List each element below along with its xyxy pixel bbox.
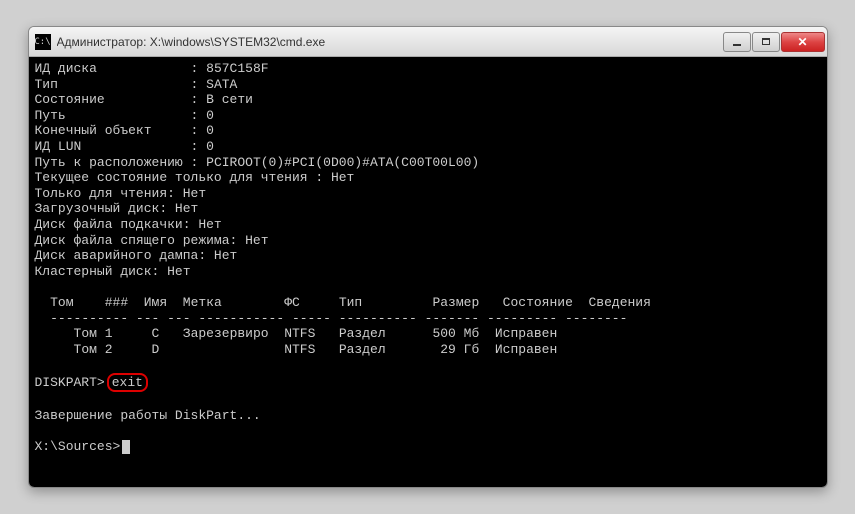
exit-command-highlight: exit [107, 373, 148, 393]
disk-type-label: Тип [35, 77, 58, 92]
disk-state-label: Состояние [35, 92, 105, 107]
col-label: Метка [183, 295, 222, 310]
table-separator: ---------- --- --- ----------- ----- ---… [50, 311, 627, 326]
disk-id-value: 857C158F [206, 61, 268, 76]
row2-state: Исправен [495, 342, 557, 357]
crashdump-disk: Диск аварийного дампа: Нет [35, 248, 238, 263]
close-button[interactable]: ✕ [781, 32, 825, 52]
disk-target-label: Конечный объект [35, 123, 152, 138]
maximize-button[interactable] [752, 32, 780, 52]
exit-command: exit [112, 375, 143, 390]
disk-location-value: PCIROOT(0)#PCI(0D00)#ATA(C00T00L00) [206, 155, 479, 170]
col-state: Состояние [503, 295, 573, 310]
disk-path-label: Путь [35, 108, 66, 123]
window-controls: ✕ [723, 32, 825, 52]
row1-tom: Том 1 [74, 326, 113, 341]
row2-name: D [152, 342, 160, 357]
col-fs: ФС [284, 295, 300, 310]
sources-prompt: X:\Sources> [35, 439, 121, 454]
diskpart-prompt: DISKPART> [35, 375, 105, 390]
minimize-button[interactable] [723, 32, 751, 52]
row1-name: C [152, 326, 160, 341]
disk-path-value: 0 [206, 108, 214, 123]
row1-fs: NTFS [284, 326, 315, 341]
row2-tom: Том 2 [74, 342, 113, 357]
terminal-output[interactable]: ИД диска : 857C158F Тип : SATA Состояние… [29, 57, 827, 487]
row1-state: Исправен [495, 326, 557, 341]
row2-fs: NTFS [284, 342, 315, 357]
cursor [122, 440, 130, 454]
col-name: Имя [144, 295, 167, 310]
col-num: ### [105, 295, 128, 310]
disk-lun-label: ИД LUN [35, 139, 82, 154]
row2-size: 29 Гб [440, 342, 479, 357]
row2-type: Раздел [339, 342, 386, 357]
disk-lun-value: 0 [206, 139, 214, 154]
col-info: Сведения [589, 295, 651, 310]
cluster-disk: Кластерный диск: Нет [35, 264, 191, 279]
col-tom: Том [50, 295, 73, 310]
window-title: Администратор: X:\windows\SYSTEM32\cmd.e… [57, 35, 723, 49]
pagefile-disk: Диск файла подкачки: Нет [35, 217, 222, 232]
titlebar[interactable]: C:\ Администратор: X:\windows\SYSTEM32\c… [29, 27, 827, 57]
readonly-current: Текущее состояние только для чтения : Не… [35, 170, 355, 185]
readonly-only: Только для чтения: Нет [35, 186, 207, 201]
row1-type: Раздел [339, 326, 386, 341]
disk-target-value: 0 [206, 123, 214, 138]
row1-label: Зарезервиро [183, 326, 269, 341]
disk-type-value: SATA [206, 77, 237, 92]
disk-location-label: Путь к расположению [35, 155, 183, 170]
exit-message: Завершение работы DiskPart... [35, 408, 261, 423]
col-type: Тип [339, 295, 362, 310]
cmd-window: C:\ Администратор: X:\windows\SYSTEM32\c… [28, 26, 828, 488]
row1-size: 500 Мб [432, 326, 479, 341]
app-icon: C:\ [35, 34, 51, 50]
col-size: Размер [432, 295, 479, 310]
hibernate-disk: Диск файла спящего режима: Нет [35, 233, 269, 248]
disk-id-label: ИД диска [35, 61, 97, 76]
boot-disk: Загрузочный диск: Нет [35, 201, 199, 216]
disk-state-value: В сети [206, 92, 253, 107]
